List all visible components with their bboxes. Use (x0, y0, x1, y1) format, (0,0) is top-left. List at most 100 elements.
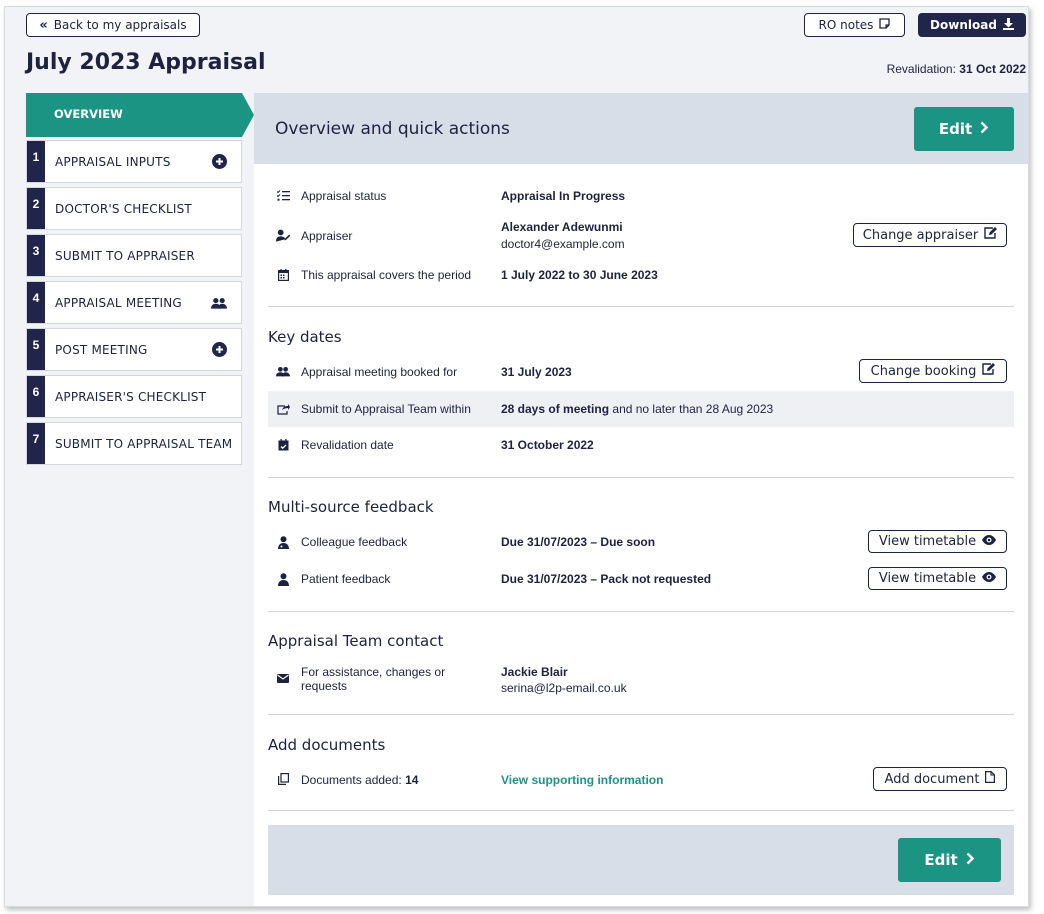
ro-notes-button[interactable]: RO notes (804, 13, 905, 37)
add-document-label: Add document (884, 771, 980, 787)
revalidation-summary: Revalidation: 31 Oct 2022 (887, 62, 1026, 76)
divider (268, 611, 1014, 612)
patient-label: Patient feedback (301, 572, 391, 586)
submit-rest: and no later than 28 Aug 2023 (612, 402, 774, 416)
sidebar-item-appraisers-checklist[interactable]: 6 APPRAISER'S CHECKLIST (26, 375, 242, 418)
colleague-row (276, 532, 290, 552)
divider (268, 477, 1014, 478)
sidebar-item-post-meeting[interactable]: 5 POST MEETING (26, 328, 242, 371)
step-number: 1 (27, 141, 45, 182)
view-timetable-patient-button[interactable]: View timetable (868, 567, 1007, 590)
colleague-value: Due 31/07/2023 – Due soon (501, 535, 656, 549)
sidebar-item-label: APPRAISAL MEETING (55, 295, 182, 310)
change-booking-button[interactable]: Change booking (859, 359, 1007, 383)
documents-label: Documents added: (301, 773, 402, 787)
calendar-icon (276, 268, 290, 282)
user-edit-icon (276, 228, 290, 242)
edit-icon (982, 363, 996, 379)
sidebar-item-submit-to-appraisal-team[interactable]: 7 SUBMIT TO APPRAISAL TEAM (26, 422, 242, 465)
eye-icon (982, 534, 997, 549)
calendar-check-icon (276, 438, 290, 452)
download-button[interactable]: Download (918, 13, 1026, 37)
sidebar-item-appraisal-inputs[interactable]: 1 APPRAISAL INPUTS (26, 140, 242, 183)
meeting-label: Appraisal meeting booked for (301, 365, 458, 379)
sidebar-item-label: OVERVIEW (54, 107, 123, 121)
appraiser-label: Appraiser (301, 229, 353, 243)
divider (268, 810, 1014, 811)
sidebar-item-label: SUBMIT TO APPRAISER (55, 248, 195, 263)
edit-label: Edit (924, 851, 958, 869)
edit-label: Edit (938, 120, 973, 138)
step-number: 3 (27, 235, 45, 276)
view-timetable-colleague-button[interactable]: View timetable (868, 530, 1007, 553)
documents-row (276, 769, 290, 789)
eye-icon (982, 571, 997, 586)
chevron-right-icon (980, 120, 989, 138)
view-supporting-link[interactable]: View supporting information (501, 773, 663, 787)
revalidation-row (276, 435, 290, 455)
divider (268, 306, 1014, 307)
edit-button[interactable]: Edit (914, 107, 1014, 151)
period-label: This appraisal covers the period (301, 268, 472, 282)
page-title: July 2023 Appraisal (26, 50, 266, 75)
add-document-button[interactable]: Add document (873, 767, 1007, 791)
sidebar-item-label: POST MEETING (55, 342, 148, 357)
sidebar-item-appraisal-meeting[interactable]: 4 APPRAISAL MEETING (26, 281, 242, 324)
sidebar-item-label: DOCTOR'S CHECKLIST (55, 201, 192, 216)
colleague-label: Colleague feedback (301, 535, 408, 549)
chevron-right-icon (966, 851, 975, 869)
user-doctor-icon (276, 535, 290, 549)
panel-header: Overview and quick actions Edit (254, 93, 1028, 164)
revalidation-prefix: Revalidation: (886, 62, 956, 76)
view-timetable-label: View timetable (878, 534, 977, 549)
sidebar-item-submit-to-appraiser[interactable]: 3 SUBMIT TO APPRAISER (26, 234, 242, 277)
patient-row (276, 569, 290, 589)
people-icon (276, 364, 290, 378)
overview-panel: Overview and quick actions Edit Appraisa… (254, 93, 1028, 906)
contact-row (276, 668, 290, 688)
submit-row (276, 399, 290, 419)
plus-circle-icon (211, 342, 227, 358)
divider (268, 714, 1014, 715)
revalidation-date: 31 Oct 2022 (959, 62, 1026, 76)
view-timetable-label: View timetable (878, 571, 977, 586)
revalidation-label: Revalidation date (301, 438, 394, 452)
key-dates-title: Key dates (268, 328, 342, 346)
step-number: 5 (27, 329, 45, 370)
sidebar-item-doctors-checklist[interactable]: 2 DOCTOR'S CHECKLIST (26, 187, 242, 230)
sidebar-item-label: SUBMIT TO APPRAISAL TEAM (55, 436, 233, 451)
patient-value: Due 31/07/2023 – Pack not requested (501, 572, 712, 586)
period-row (276, 265, 290, 285)
meeting-value: 31 July 2023 (501, 365, 572, 379)
contact-email: serina@l2p-email.co.uk (501, 681, 627, 695)
edit-icon (984, 227, 998, 243)
appraiser-email: doctor4@example.com (501, 237, 625, 251)
contact-name: Jackie Blair (501, 665, 568, 679)
sidebar-item-label: APPRAISAL INPUTS (55, 154, 171, 169)
panel-footer: Edit (268, 825, 1014, 895)
back-label: Back to my appraisals (53, 18, 187, 32)
back-to-appraisals-button[interactable]: « Back to my appraisals (26, 13, 200, 37)
download-label: Download (930, 18, 997, 32)
envelope-icon (276, 671, 290, 685)
documents-count: 14 (405, 773, 419, 787)
people-icon (211, 295, 227, 311)
panel-title: Overview and quick actions (275, 119, 510, 139)
ro-notes-label: RO notes (818, 18, 874, 32)
footer-edit-button[interactable]: Edit (898, 838, 1001, 882)
change-appraiser-button[interactable]: Change appraiser (853, 223, 1007, 247)
msf-title: Multi-source feedback (268, 498, 434, 516)
contact-title: Appraisal Team contact (268, 632, 444, 650)
appraiser-name: Alexander Adewunmi (501, 220, 623, 234)
documents-added: Documents added: 14 (301, 773, 418, 787)
copy-icon (276, 772, 290, 786)
change-appraiser-label: Change appraiser (862, 227, 979, 243)
submit-label: Submit to Appraisal Team within (301, 402, 471, 416)
step-number: 4 (27, 282, 45, 323)
status-value: Appraisal In Progress (501, 189, 626, 203)
appraiser-row (276, 225, 290, 245)
sidebar-item-overview[interactable]: OVERVIEW (26, 93, 254, 137)
meeting-row (276, 361, 290, 381)
note-icon (879, 18, 891, 32)
submit-bold: 28 days of meeting (501, 402, 610, 416)
